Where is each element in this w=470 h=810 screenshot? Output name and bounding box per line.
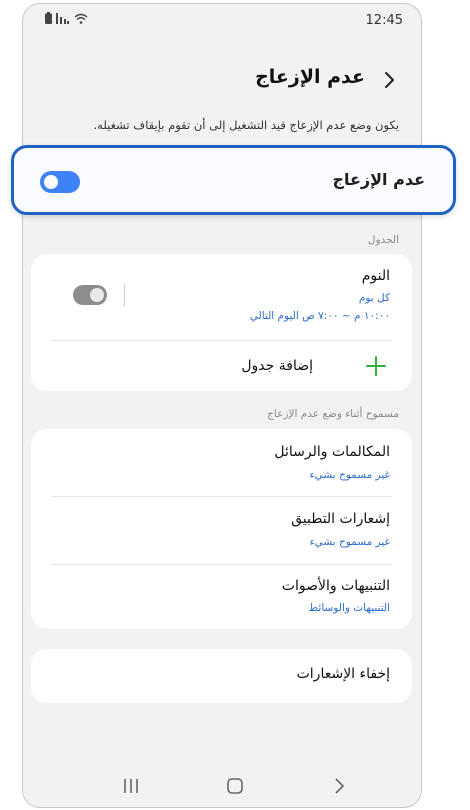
hide-notifications-title: إخفاء الإشعارات [296,666,390,682]
recents-icon[interactable] [119,774,143,798]
app-notifications-subtitle: غير مسموح بشيء [309,536,390,548]
app-notifications-row[interactable]: إشعارات التطبيق غير مسموح بشيء [31,497,412,563]
section-label-schedule: الجدول [367,234,399,246]
dnd-main-toggle[interactable] [40,171,80,193]
status-icons [45,12,88,24]
signal-icon [56,12,70,24]
alarms-sounds-row[interactable]: التنبيهات والأصوات التنبيهات والوسائط [31,565,412,629]
alarms-sounds-subtitle: التنبيهات والوسائط [308,602,390,614]
app-notifications-title: إشعارات التطبيق [291,511,390,527]
battery-icon [45,12,52,24]
back-chevron-icon[interactable] [377,68,401,92]
hide-notifications-row[interactable]: إخفاء الإشعارات [31,649,412,703]
back-icon[interactable] [327,774,351,798]
page-title: عدم الإزعاج [255,66,365,88]
status-time: 12:45 [365,13,403,28]
dnd-main-toggle-card[interactable]: عدم الإزعاج [11,145,456,215]
dnd-main-toggle-label: عدم الإزعاج [332,170,425,189]
toggle-knob [90,288,104,302]
sleep-days: كل يوم [358,292,390,304]
sleep-time: ١٠:٠٠ م ~ ٧:٠٠ ص اليوم التالي [249,310,390,322]
calls-messages-title: المكالمات والرسائل [274,444,390,460]
row-separator [124,284,125,306]
alarms-sounds-title: التنبيهات والأصوات [281,578,390,594]
phone-screen: 12:45 عدم الإزعاج يكون وضع عدم الإزعاج ق… [22,3,422,808]
plus-icon [365,355,387,377]
toggle-knob [44,175,58,189]
wifi-icon [74,13,88,24]
sleep-toggle[interactable] [73,285,107,305]
description-text: يكون وضع عدم الإزعاج قيد التشغيل إلى أن … [93,118,399,132]
calls-messages-subtitle: غير مسموح بشيء [309,469,390,481]
calls-messages-row[interactable]: المكالمات والرسائل غير مسموح بشيء [31,429,412,495]
add-schedule-label: إضافة جدول [241,358,313,374]
hide-notifications-card: إخفاء الإشعارات [31,649,412,703]
navigation-bar [23,766,421,806]
header: عدم الإزعاج [23,58,421,104]
sleep-schedule-row[interactable]: النوم كل يوم ١٠:٠٠ م ~ ٧:٠٠ ص اليوم التا… [31,254,412,340]
allowed-card: المكالمات والرسائل غير مسموح بشيء إشعارا… [31,429,412,629]
section-label-allowed: مسموح أثناء وضع عدم الإزعاج [267,408,399,420]
sleep-title: النوم [361,268,390,284]
add-schedule-row[interactable]: إضافة جدول [31,341,412,391]
schedule-card: النوم كل يوم ١٠:٠٠ م ~ ٧:٠٠ ص اليوم التا… [31,254,412,391]
status-bar: 12:45 [23,4,421,38]
home-icon[interactable] [223,774,247,798]
